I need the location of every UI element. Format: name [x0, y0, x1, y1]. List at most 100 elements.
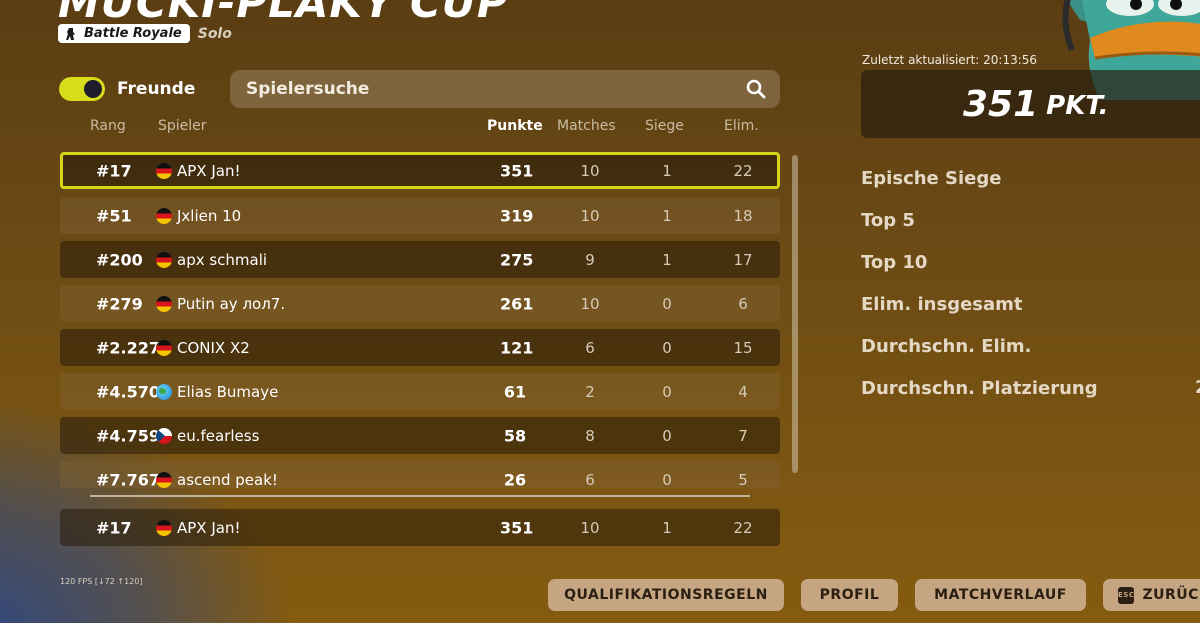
flag-de-icon — [156, 162, 172, 179]
toggle-knob — [84, 80, 102, 98]
row-matches: 2 — [585, 382, 595, 401]
qualification-rules-button[interactable]: QUALIFIKATIONSREGELN — [548, 579, 784, 611]
own-rank-row[interactable]: #17 APX Jan! 351 10 1 22 — [60, 509, 780, 546]
table-row[interactable]: #200 apx schmali 275 9 1 17 — [60, 241, 780, 278]
match-history-button[interactable]: MATCHVERLAUF — [915, 579, 1086, 611]
row-matches: 9 — [585, 250, 595, 269]
row-points: 261 — [500, 294, 534, 313]
row-elims: 15 — [733, 338, 753, 357]
table-row[interactable]: #2.227 CONIX X2 121 6 0 15 — [60, 329, 780, 366]
search-icon[interactable] — [746, 79, 766, 99]
flag-de-icon — [156, 339, 172, 356]
divider — [90, 495, 750, 497]
row-wins: 0 — [662, 470, 672, 489]
row-player-name: Putin ay лол7. — [177, 294, 286, 313]
row-wins: 0 — [662, 294, 672, 313]
page-title: MUCKI-PLAKY CUP — [58, 0, 509, 27]
row-elims: 22 — [733, 161, 753, 180]
globe-icon — [156, 383, 172, 400]
row-player-name: CONIX X2 — [177, 338, 250, 357]
row-wins: 1 — [662, 161, 672, 180]
stat-top10: Top 10 — [861, 252, 928, 273]
row-wins: 0 — [662, 338, 672, 357]
flag-cz-icon — [156, 427, 172, 444]
mode-badge-label: Battle Royale — [84, 26, 182, 41]
row-matches: 10 — [580, 161, 600, 180]
row-wins: 1 — [662, 250, 672, 269]
search-input[interactable] — [244, 78, 746, 100]
row-elims: 7 — [738, 426, 748, 445]
row-rank: #51 — [96, 206, 132, 225]
friends-toggle[interactable] — [59, 77, 105, 101]
row-elims: 5 — [738, 470, 748, 489]
back-button[interactable]: ESC ZURÜCK — [1103, 579, 1200, 611]
stat-top5: Top 5 — [861, 210, 915, 231]
row-player-name: APX Jan! — [177, 161, 241, 180]
row-rank: #2.227 — [96, 338, 161, 357]
col-matches[interactable]: Matches — [557, 118, 616, 134]
row-rank: #200 — [96, 250, 143, 269]
row-player: APX Jan! — [156, 162, 241, 180]
stat-total-elims: Elim. insgesamt — [861, 294, 1023, 315]
table-row[interactable]: #279 Putin ay лол7. 261 10 0 6 — [60, 285, 780, 322]
row-matches: 8 — [585, 426, 595, 445]
flag-de-icon — [156, 295, 172, 312]
friends-label: Freunde — [117, 79, 196, 99]
table-header: Rang Spieler Punkte Matches Siege Elim. — [60, 118, 780, 138]
row-matches: 10 — [580, 206, 600, 225]
row-rank: #17 — [96, 518, 132, 537]
row-elims: 17 — [733, 250, 753, 269]
row-player: Elias Bumaye — [156, 383, 278, 401]
row-player-name: eu.fearless — [177, 426, 260, 445]
stat-avg-placement-value: 2 — [1195, 377, 1200, 398]
row-elims: 18 — [733, 206, 753, 225]
table-row[interactable]: #4.759 eu.fearless 58 8 0 7 — [60, 417, 780, 454]
row-matches: 10 — [580, 294, 600, 313]
col-player[interactable]: Spieler — [158, 118, 207, 134]
esc-key-icon: ESC — [1118, 586, 1135, 604]
profile-button[interactable]: PROFIL — [801, 579, 898, 611]
row-player-name: Jxlien 10 — [177, 206, 242, 225]
table-row[interactable]: #7.767 ascend peak! 26 6 0 5 — [60, 461, 780, 488]
row-points: 61 — [503, 382, 527, 401]
row-rank: #279 — [96, 294, 143, 313]
points-value: 351 — [963, 83, 1039, 125]
back-button-label: ZURÜCK — [1142, 587, 1200, 603]
row-rank: #7.767 — [96, 470, 161, 488]
col-rank[interactable]: Rang — [90, 118, 126, 134]
table-row[interactable]: #51 Jxlien 10 319 10 1 18 — [60, 197, 780, 234]
flag-de-icon — [156, 519, 172, 536]
row-player-name: ascend peak! — [177, 470, 278, 489]
friends-filter: Freunde — [59, 77, 195, 101]
row-wins: 0 — [662, 426, 672, 445]
row-elims: 22 — [733, 518, 753, 537]
row-points: 275 — [500, 250, 534, 269]
row-rank: #17 — [96, 161, 132, 180]
row-matches: 6 — [585, 470, 595, 489]
flag-de-icon — [156, 251, 172, 268]
row-matches: 6 — [585, 338, 595, 357]
row-player-name: APX Jan! — [177, 518, 241, 537]
stat-avg-placement: Durchschn. Platzierung — [861, 378, 1098, 399]
last-updated: Zuletzt aktualisiert: 20:13:56 — [862, 53, 1038, 67]
col-elims[interactable]: Elim. — [724, 118, 759, 134]
points-unit: PKT. — [1046, 91, 1109, 121]
row-matches: 10 — [580, 518, 600, 537]
row-wins: 1 — [662, 206, 672, 225]
list-scrollbar[interactable] — [792, 155, 798, 473]
row-player: Putin ay лол7. — [156, 295, 285, 313]
mode-subtitle: Solo — [197, 25, 232, 42]
leaderboard-list[interactable]: #17 APX Jan! 351 10 1 22 #51 Jxlien 10 3… — [0, 150, 800, 488]
player-icon — [66, 27, 75, 40]
table-row[interactable]: #17 APX Jan! 351 10 1 22 — [60, 152, 780, 189]
row-points: 58 — [503, 426, 527, 445]
row-player-name: Elias Bumaye — [177, 382, 279, 401]
row-elims: 4 — [738, 382, 748, 401]
col-wins[interactable]: Siege — [645, 118, 684, 134]
fps-counter: 120 FPS [↓72 ↑120] — [60, 577, 143, 586]
points-summary: 351 PKT. — [861, 70, 1200, 138]
row-player: APX Jan! — [156, 519, 241, 537]
table-row[interactable]: #4.570 Elias Bumaye 61 2 0 4 — [60, 373, 780, 410]
flag-de-icon — [156, 207, 172, 224]
col-points[interactable]: Punkte — [487, 118, 543, 134]
